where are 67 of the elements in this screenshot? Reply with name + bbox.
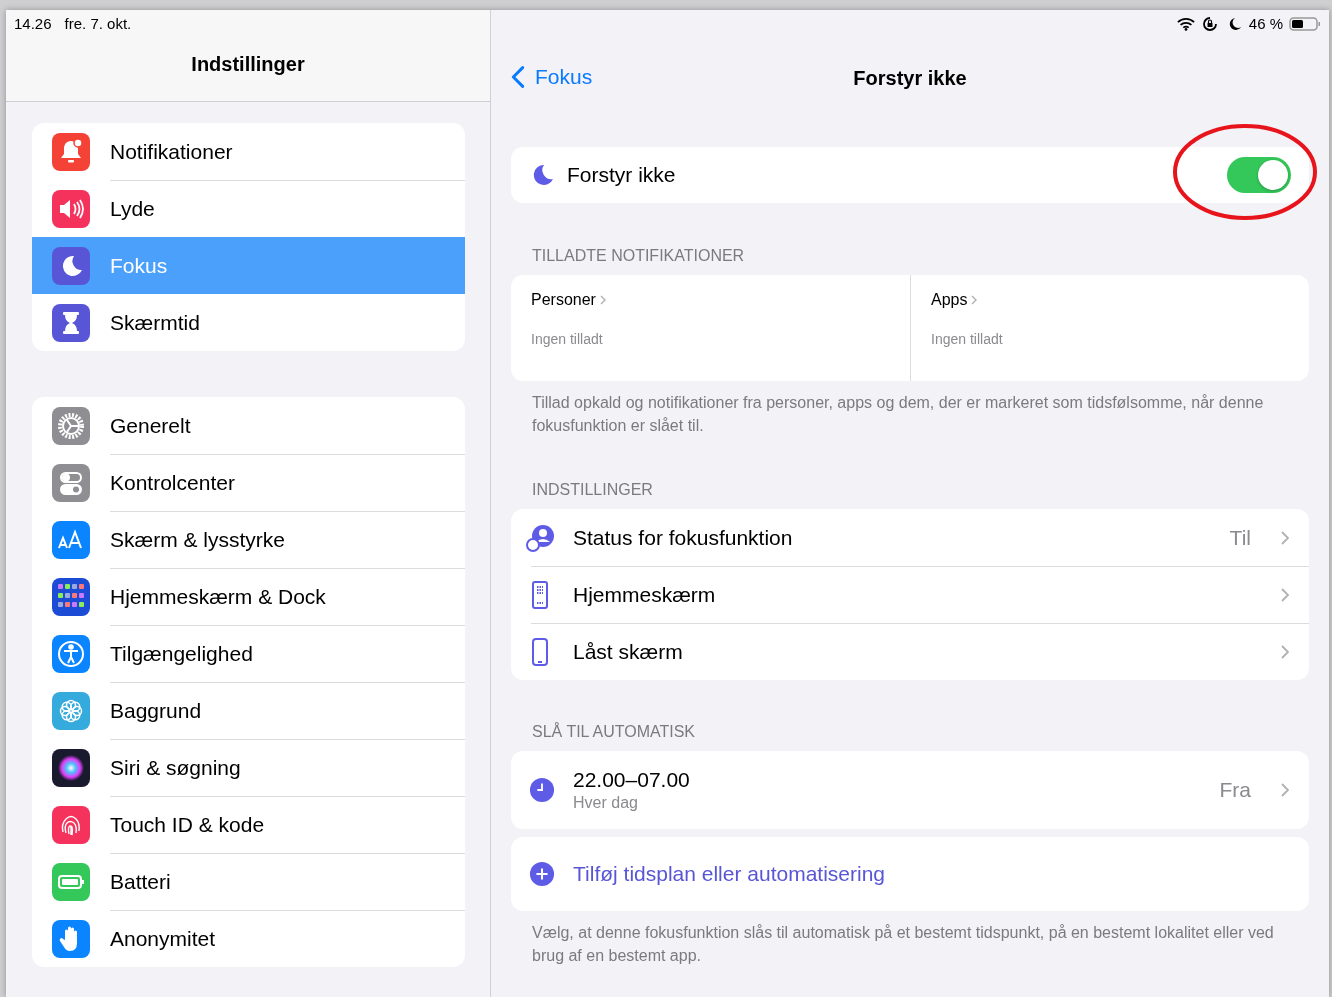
sidebar-item[interactable]: Tilgængelighed bbox=[32, 625, 465, 682]
chevron-icon bbox=[599, 295, 606, 305]
settings-row[interactable]: Låst skærm bbox=[511, 623, 1309, 680]
section-footer: Vælg, at denne fokusfunktion slås til automatisk på et bestemt tidspunkt, på en bestemt lokalitet eller ved brug af en bestemt app. bbox=[511, 921, 1309, 967]
allowed-status: Ingen tilladt bbox=[931, 331, 1003, 347]
sidebar-item[interactable]: Siri & søgning bbox=[32, 739, 465, 796]
focus-label: Forstyr ikke bbox=[567, 163, 677, 187]
clock-icon bbox=[529, 777, 555, 803]
moon-icon bbox=[52, 246, 90, 285]
sidebar-item[interactable]: Notifikationer bbox=[32, 123, 465, 180]
rotation-lock-icon bbox=[1200, 15, 1219, 32]
fingerprint-icon bbox=[52, 805, 90, 844]
status-time: 14.26 bbox=[14, 15, 52, 32]
row-value: Til bbox=[1229, 525, 1251, 550]
allowed-link[interactable]: Apps bbox=[931, 291, 978, 309]
orb-icon bbox=[52, 748, 90, 787]
chevron-icon bbox=[1281, 530, 1289, 545]
flower-icon bbox=[52, 691, 90, 730]
allowed-link[interactable]: Personer bbox=[531, 291, 606, 309]
battery-icon bbox=[1289, 15, 1321, 32]
sidebar-item[interactable]: Skærm & lysstyrke bbox=[32, 511, 465, 568]
section-header: SLÅ TIL AUTOMATISK bbox=[531, 723, 696, 741]
speaker-icon bbox=[52, 189, 90, 228]
app-grid-icon bbox=[52, 577, 90, 616]
sidebar-item[interactable]: Hjemmeskærm & Dock bbox=[32, 568, 465, 625]
plus-icon bbox=[529, 861, 555, 887]
settings-row[interactable]: Hjemmeskærm bbox=[511, 566, 1309, 623]
sidebar-item[interactable]: Generelt bbox=[32, 397, 465, 454]
schedule-time: 22.00–07.00 bbox=[573, 768, 691, 792]
settings-row[interactable]: Status for fokusfunktion Til bbox=[511, 509, 1309, 566]
chevron-icon bbox=[1281, 587, 1289, 602]
bell-icon bbox=[52, 132, 90, 171]
add-schedule-link[interactable]: Tilføj tidsplan eller automatisering bbox=[573, 862, 886, 886]
hand-icon bbox=[52, 919, 90, 958]
battery-percent: 46 % bbox=[1248, 15, 1283, 32]
schedule-row[interactable]: 22.00–07.00 Hver dag Fra bbox=[511, 751, 1309, 829]
status-date: fre. 7. okt. bbox=[64, 15, 132, 32]
gear-icon bbox=[52, 406, 90, 445]
section-header: TILLADTE NOTIFIKATIONER bbox=[531, 247, 746, 265]
sidebar-item[interactable]: Lyde bbox=[32, 180, 465, 237]
sidebar-item[interactable]: Anonymitet bbox=[32, 910, 465, 967]
section-header: INDSTILLINGER bbox=[531, 481, 654, 499]
hourglass-icon bbox=[52, 303, 90, 342]
sidebar-item[interactable]: Baggrund bbox=[32, 682, 465, 739]
chevron-icon bbox=[971, 295, 978, 305]
sidebar-item[interactable]: Kontrolcenter bbox=[32, 454, 465, 511]
section-footer: Tillad opkald og notifikationer fra personer, apps og dem, der er markeret som tidsfølsomme, når denne fokusfunktion er slået til. bbox=[511, 391, 1309, 437]
person-status-icon bbox=[525, 522, 555, 553]
back-button[interactable]: Fokus bbox=[511, 65, 593, 89]
schedule-repeat: Hver dag bbox=[573, 794, 639, 812]
sidebar-item[interactable]: Skærmtid bbox=[32, 294, 465, 351]
allowed-status: Ingen tilladt bbox=[531, 331, 603, 347]
sidebar-item[interactable]: Batteri bbox=[32, 853, 465, 910]
toggles-icon bbox=[52, 463, 90, 502]
moon-icon bbox=[531, 163, 555, 187]
row-value: Fra bbox=[1219, 778, 1251, 802]
wifi-icon bbox=[1176, 15, 1195, 32]
sidebar-item[interactable]: Touch ID & kode bbox=[32, 796, 465, 853]
toggle-switch[interactable] bbox=[1227, 157, 1291, 193]
chevron-icon bbox=[1281, 783, 1289, 797]
page-title: Forstyr ikke bbox=[853, 67, 967, 90]
battery-icon bbox=[52, 862, 90, 901]
chevron-icon bbox=[1281, 644, 1289, 659]
accessibility-icon bbox=[52, 634, 90, 673]
text-size-icon bbox=[52, 520, 90, 559]
back-chevron-icon bbox=[511, 65, 525, 89]
sidebar-title: Indstillinger bbox=[190, 53, 306, 76]
